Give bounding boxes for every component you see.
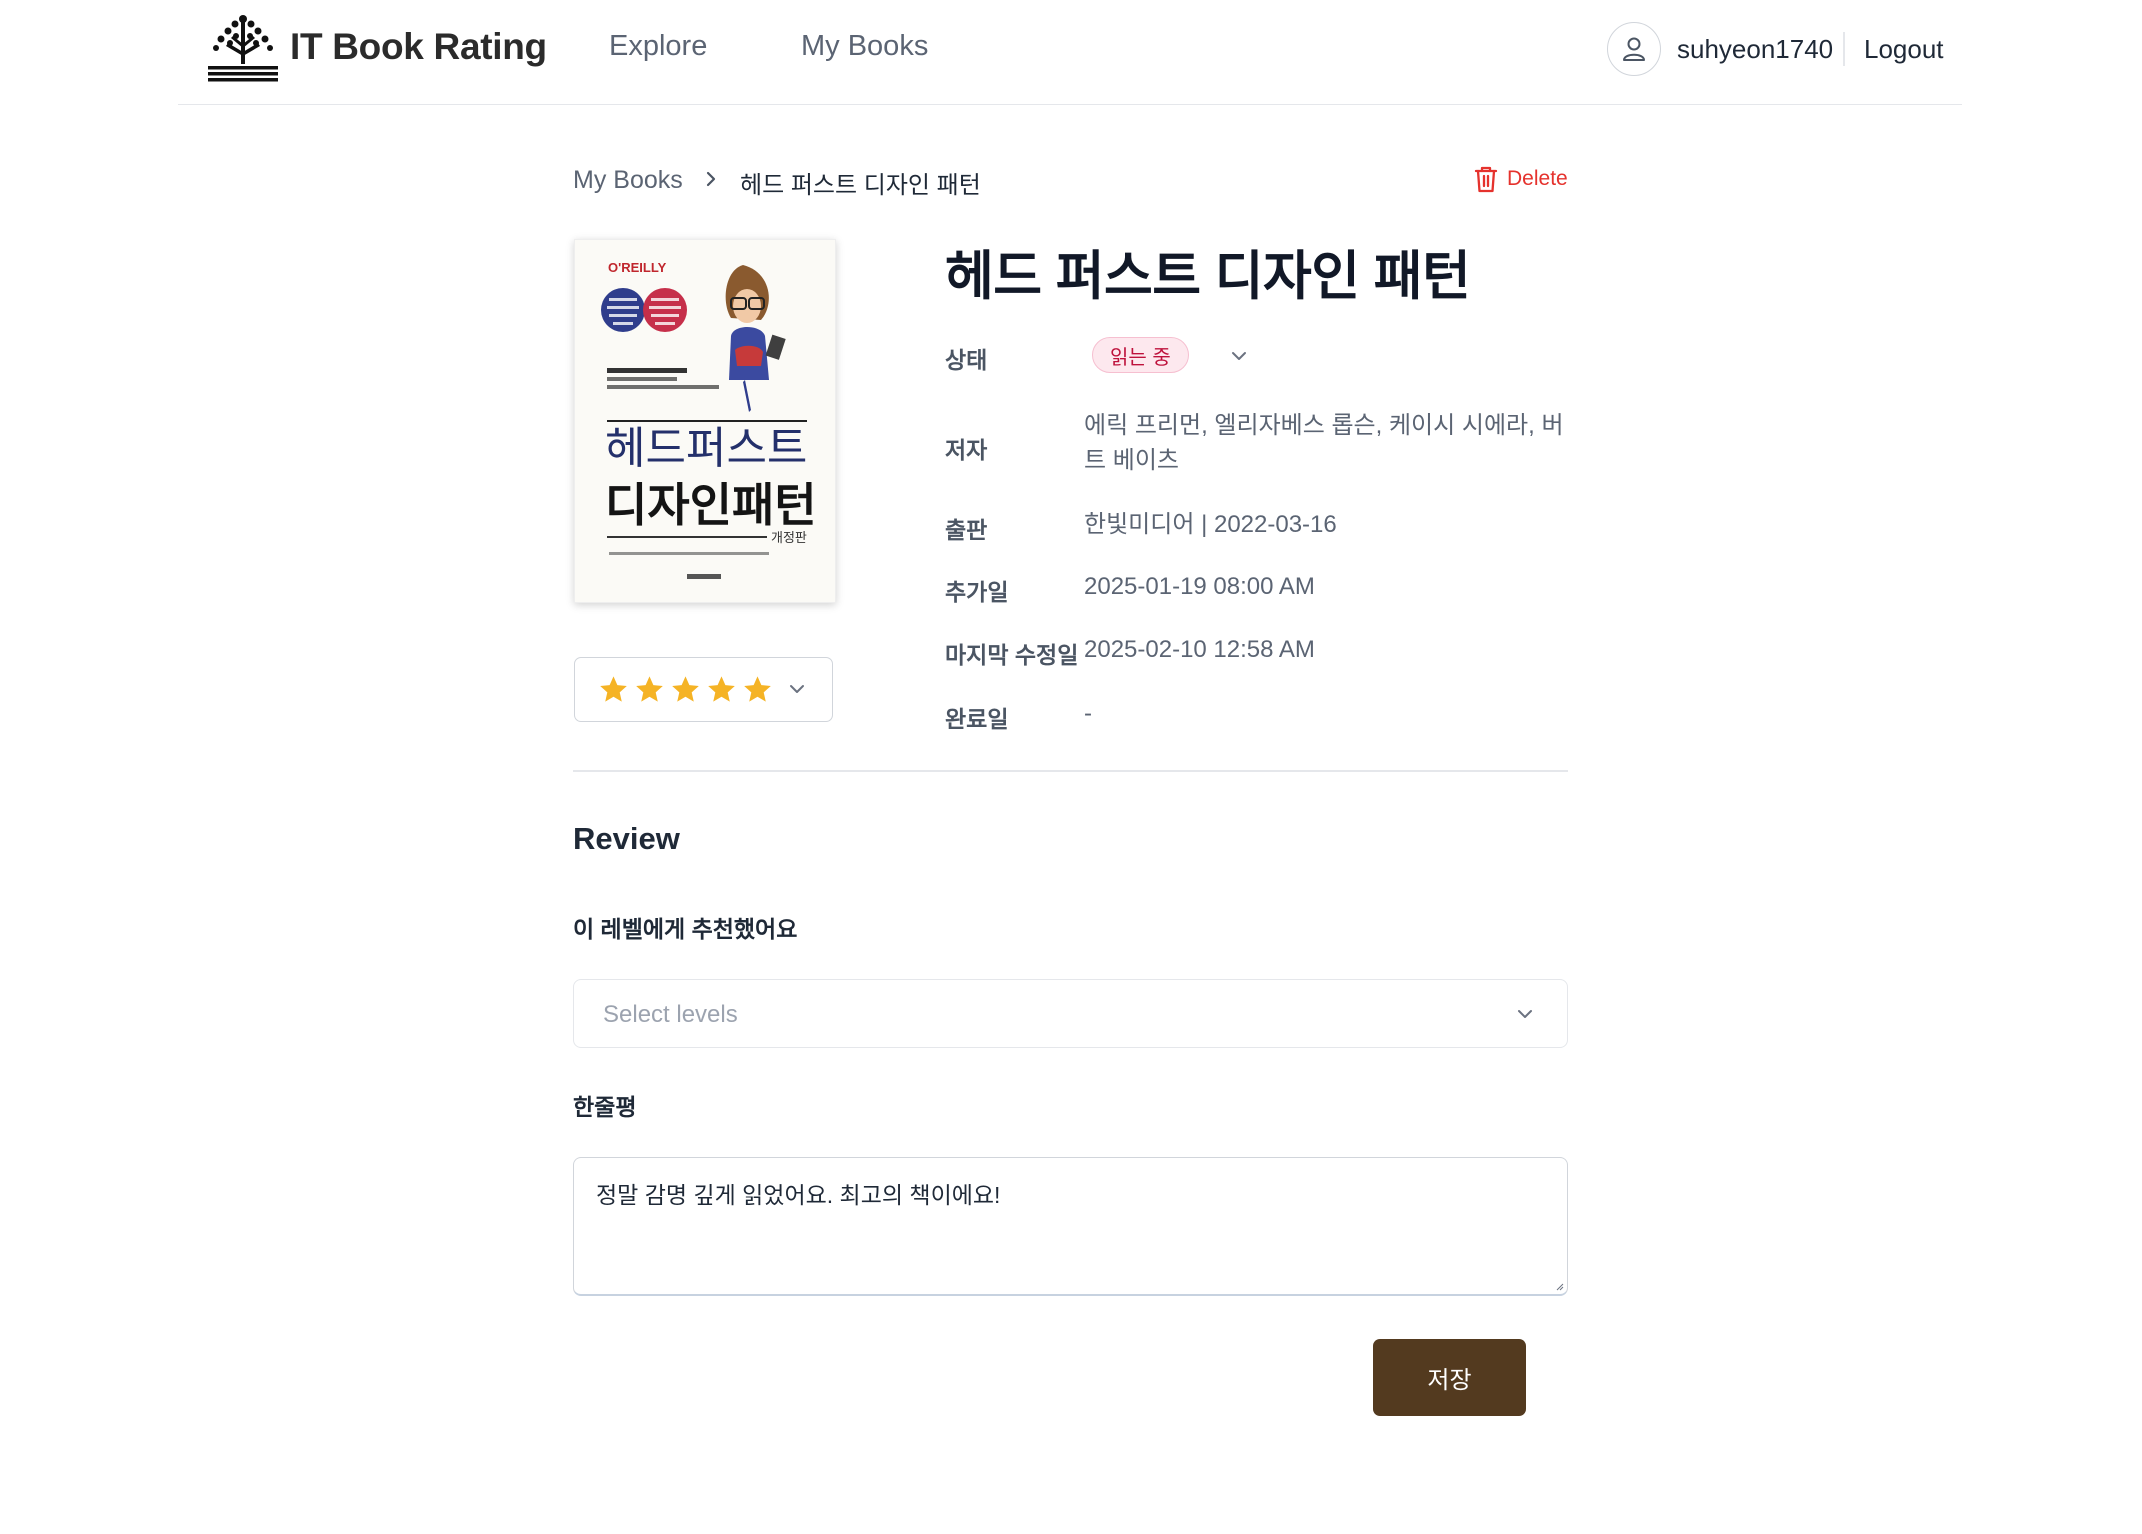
modified-value: 2025-02-10 12:58 AM [1084,636,1315,663]
cover-title-line1: 헤드퍼스트 [605,423,807,474]
user-avatar[interactable] [1607,22,1661,76]
book-cover-art: O'REILLY 헤드퍼스트 디자인패턴 개정판 [575,240,835,602]
section-divider [573,770,1568,772]
modified-label: 마지막 수정일 [945,642,1079,668]
chevron-right-icon [706,171,716,187]
publish-label: 출판 [945,517,988,543]
star-icon [708,676,735,702]
nav-explore[interactable]: Explore [609,30,707,63]
cover-publisher-mark: O'REILLY [608,260,667,275]
delete-label: Delete [1507,167,1568,190]
tree-book-logo-icon[interactable] [206,14,280,84]
save-button[interactable]: 저장 [1373,1339,1526,1416]
status-badge[interactable]: 읽는 중 [1092,337,1189,373]
rating-dropdown[interactable] [574,657,833,722]
resize-handle-icon[interactable] [1556,1283,1564,1291]
user-icon [1623,37,1645,61]
app-title[interactable]: IT Book Rating [290,26,547,68]
chevron-down-icon [790,685,804,693]
cover-title-line2: 디자인패턴 [605,478,817,532]
nav-my-books[interactable]: My Books [801,30,928,63]
star-icon [636,676,663,702]
author-value: 에릭 프리먼, 엘리자베스 롭슨, 케이시 시에라, 버트 베이츠 [1084,412,1564,474]
chevron-down-icon [1518,1010,1532,1018]
delete-button[interactable]: Delete [1474,165,1568,193]
logout-button[interactable]: Logout [1864,34,1944,65]
publish-value: 한빛미디어 | 2022-03-16 [1084,511,1337,538]
trash-icon [1474,166,1498,193]
header-divider [1843,32,1845,66]
book-cover: O'REILLY 헤드퍼스트 디자인패턴 개정판 [574,239,836,603]
completed-label: 완료일 [945,706,1009,732]
book-title: 헤드 퍼스트 디자인 패턴 [945,247,1471,306]
levels-label: 이 레벨에게 추천했어요 [573,916,798,942]
oneline-review-textarea[interactable]: 정말 감명 깊게 읽었어요. 최고의 책이에요! [573,1157,1568,1296]
star-icon [744,676,771,702]
completed-value: - [1084,700,1092,727]
breadcrumb-my-books[interactable]: My Books [573,166,683,195]
author-label: 저자 [945,437,988,463]
added-value: 2025-01-19 08:00 AM [1084,573,1315,600]
star-icon [600,676,627,702]
added-label: 추가일 [945,579,1009,605]
cover-edition: 개정판 [771,531,807,546]
oneline-review-text: 정말 감명 깊게 읽었어요. 최고의 책이에요! [596,1182,1001,1208]
star-icon [672,676,699,702]
chevron-down-icon[interactable] [1229,346,1249,366]
status-label: 상태 [945,347,988,373]
levels-select[interactable]: Select levels [573,979,1568,1048]
oneline-review-label: 한줄평 [573,1094,637,1120]
breadcrumb-current: 헤드 퍼스트 디자인 패턴 [740,172,981,199]
levels-placeholder: Select levels [603,1001,738,1028]
username: suhyeon1740 [1677,34,1834,64]
review-heading: Review [573,821,680,856]
